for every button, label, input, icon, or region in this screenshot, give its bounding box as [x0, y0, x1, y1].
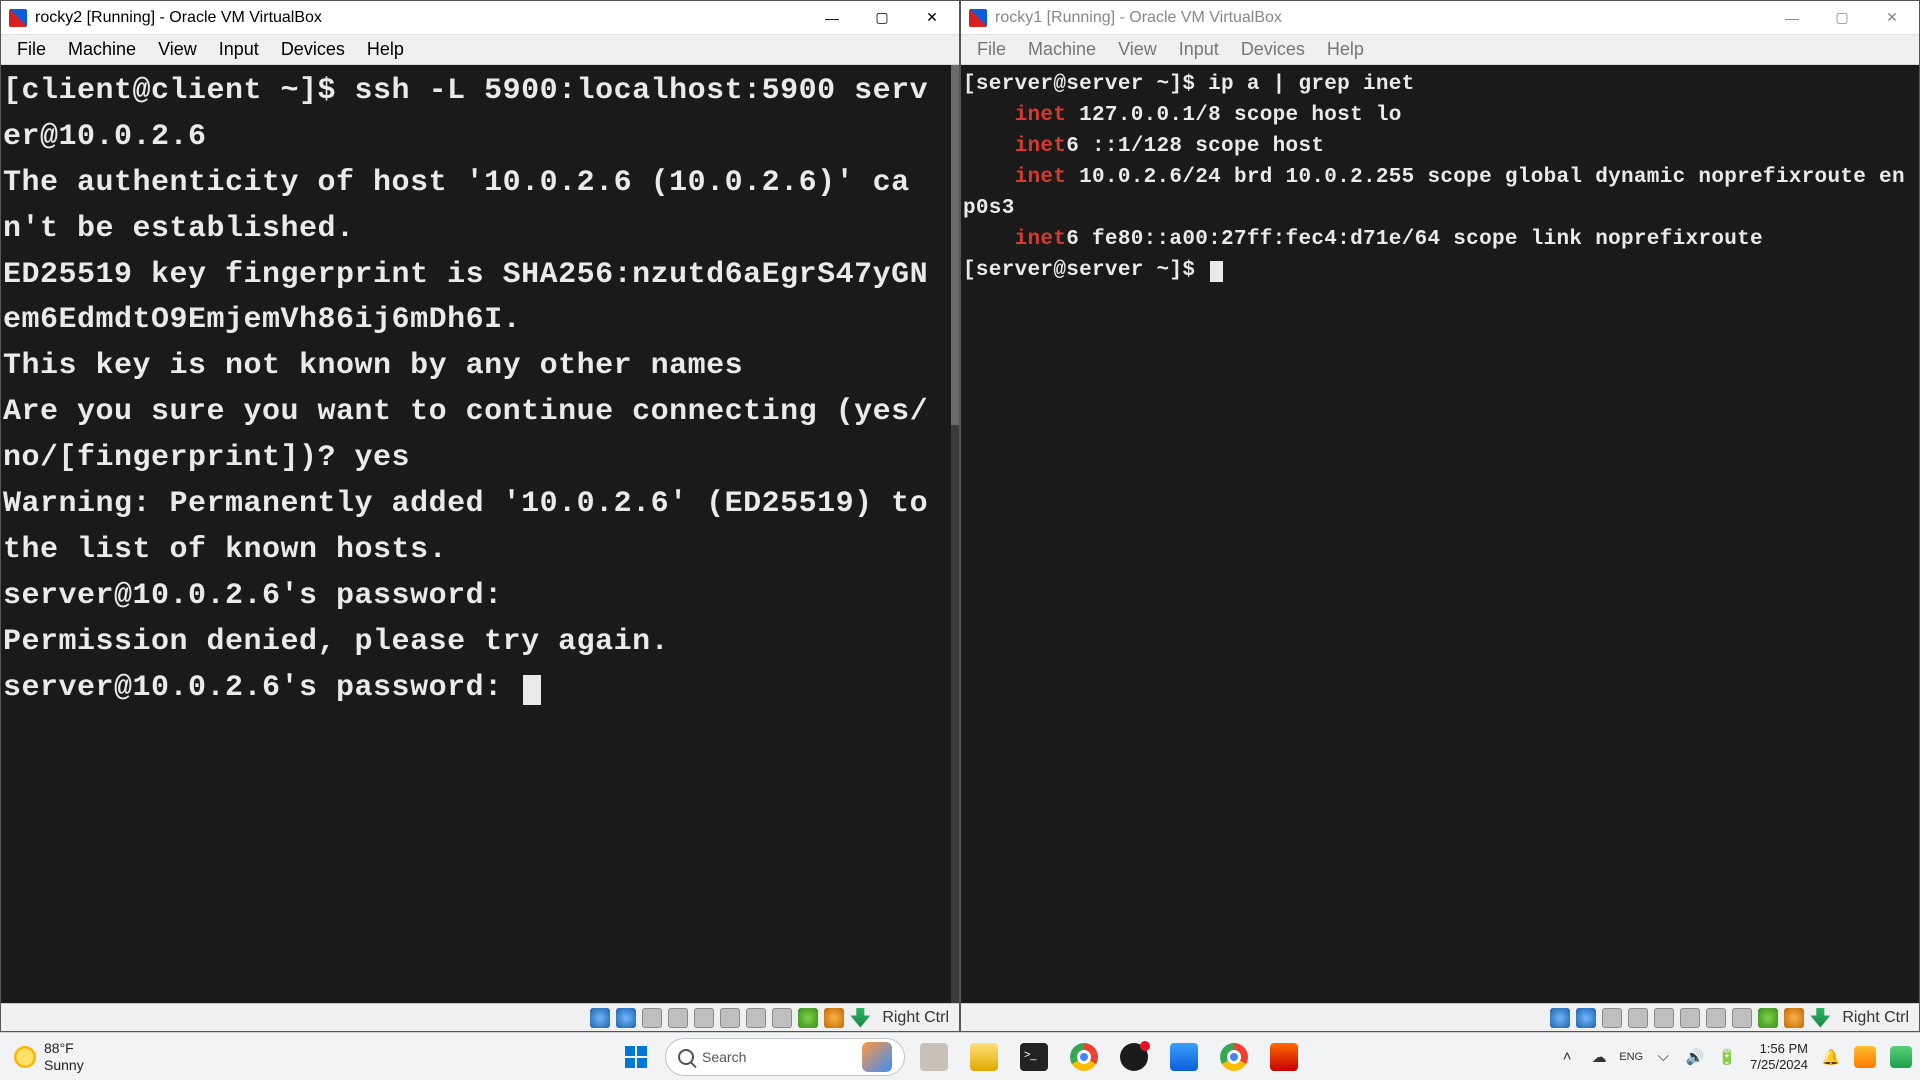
wifi-icon[interactable]: ⌵	[1654, 1048, 1672, 1066]
menu-file[interactable]: File	[967, 37, 1016, 62]
search-icon	[678, 1049, 694, 1065]
hostkey-label: Right Ctrl	[1842, 1009, 1909, 1027]
menubar-rocky2: FileMachineViewInputDevicesHelp	[1, 35, 959, 65]
maximize-button[interactable]: ▢	[857, 1, 907, 34]
chrome-button-2[interactable]	[1213, 1036, 1255, 1078]
notifications-icon[interactable]: 🔔	[1822, 1048, 1840, 1066]
hdd-icon[interactable]	[1550, 1008, 1570, 1028]
weather-widget[interactable]: 88°F Sunny	[0, 1040, 150, 1072]
display-icon[interactable]	[746, 1008, 766, 1028]
cpu-icon[interactable]	[1758, 1008, 1778, 1028]
task-view-button[interactable]	[913, 1036, 955, 1078]
mouse-integration-icon[interactable]	[824, 1008, 844, 1028]
menu-view[interactable]: View	[1108, 37, 1167, 62]
tray-accent-2-icon[interactable]	[1890, 1046, 1912, 1068]
network-icon[interactable]	[668, 1008, 688, 1028]
recording-icon[interactable]	[772, 1008, 792, 1028]
menu-input[interactable]: Input	[209, 37, 269, 62]
shared-folders-icon[interactable]	[1680, 1008, 1700, 1028]
usb-icon[interactable]	[1654, 1008, 1674, 1028]
clock-date: 7/25/2024	[1750, 1057, 1808, 1073]
taskview-icon	[920, 1043, 948, 1071]
image-app-icon	[1270, 1043, 1298, 1071]
tray-accent-1-icon[interactable]	[1854, 1046, 1876, 1068]
menu-input[interactable]: Input	[1169, 37, 1229, 62]
folder-icon	[970, 1043, 998, 1071]
start-button[interactable]	[615, 1036, 657, 1078]
terminal-button[interactable]	[1013, 1036, 1055, 1078]
hdd-icon[interactable]	[590, 1008, 610, 1028]
weather-temp: 88°F	[44, 1040, 84, 1056]
virtualbox-icon	[9, 9, 27, 27]
vbox-statusbar-rocky2: Right Ctrl	[1, 1003, 959, 1031]
audio-icon[interactable]	[1602, 1008, 1622, 1028]
menu-help[interactable]: Help	[357, 37, 414, 62]
menu-view[interactable]: View	[148, 37, 207, 62]
vbox-window-rocky1: rocky1 [Running] - Oracle VM VirtualBox …	[960, 0, 1920, 1032]
audio-icon[interactable]	[642, 1008, 662, 1028]
clock-time: 1:56 PM	[1750, 1041, 1808, 1057]
close-button[interactable]: ✕	[1867, 1, 1917, 34]
onedrive-icon[interactable]: ☁	[1590, 1048, 1608, 1066]
volume-icon[interactable]: 🔊	[1686, 1048, 1704, 1066]
chrome-button[interactable]	[1063, 1036, 1105, 1078]
chrome-icon	[1220, 1043, 1248, 1071]
tray-overflow-icon[interactable]: ˄	[1558, 1048, 1576, 1066]
menubar-rocky1: FileMachineViewInputDevicesHelp	[961, 35, 1919, 65]
recording-icon[interactable]	[1732, 1008, 1752, 1028]
scrollbar[interactable]	[951, 65, 959, 1003]
minimize-button[interactable]: —	[807, 1, 857, 34]
optical-icon[interactable]	[616, 1008, 636, 1028]
file-explorer-button[interactable]	[963, 1036, 1005, 1078]
usb-icon[interactable]	[694, 1008, 714, 1028]
hostkey-indicator-icon[interactable]	[1810, 1008, 1830, 1028]
titlebar-rocky1[interactable]: rocky1 [Running] - Oracle VM VirtualBox …	[961, 1, 1919, 35]
battery-icon[interactable]: 🔋	[1718, 1048, 1736, 1066]
close-button[interactable]: ✕	[907, 1, 957, 34]
window-title: rocky1 [Running] - Oracle VM VirtualBox	[995, 9, 1767, 27]
menu-devices[interactable]: Devices	[271, 37, 355, 62]
virtualbox-button[interactable]	[1163, 1036, 1205, 1078]
search-highlight-icon	[862, 1042, 892, 1072]
display-icon[interactable]	[1706, 1008, 1726, 1028]
vbox-window-rocky2: rocky2 [Running] - Oracle VM VirtualBox …	[0, 0, 960, 1032]
menu-machine[interactable]: Machine	[1018, 37, 1106, 62]
terminal-rocky2[interactable]: [client@client ~]$ ssh -L 5900:localhost…	[1, 65, 951, 1003]
network-icon[interactable]	[1628, 1008, 1648, 1028]
menu-file[interactable]: File	[7, 37, 56, 62]
cursor-icon	[523, 675, 541, 705]
optical-icon[interactable]	[1576, 1008, 1596, 1028]
sun-icon	[14, 1046, 36, 1068]
image-app-button[interactable]	[1263, 1036, 1305, 1078]
cpu-icon[interactable]	[798, 1008, 818, 1028]
menu-machine[interactable]: Machine	[58, 37, 146, 62]
terminal-rocky1[interactable]: [server@server ~]$ ip a | grep inet inet…	[961, 65, 1919, 1003]
menu-help[interactable]: Help	[1317, 37, 1374, 62]
taskbar-search[interactable]: Search	[665, 1038, 905, 1076]
chrome-icon	[1070, 1043, 1098, 1071]
minimize-button[interactable]: —	[1767, 1, 1817, 34]
language-icon[interactable]: ENG	[1622, 1048, 1640, 1066]
obs-icon	[1120, 1043, 1148, 1071]
weather-desc: Sunny	[44, 1057, 84, 1073]
window-title: rocky2 [Running] - Oracle VM VirtualBox	[35, 9, 807, 27]
windows-taskbar: 88°F Sunny Search ˄ ☁ ENG ⌵ 🔊	[0, 1032, 1920, 1080]
cursor-icon	[1210, 261, 1223, 282]
windows-logo-icon	[625, 1046, 647, 1068]
hostkey-indicator-icon[interactable]	[850, 1008, 870, 1028]
hostkey-label: Right Ctrl	[882, 1009, 949, 1027]
obs-button[interactable]	[1113, 1036, 1155, 1078]
taskbar-clock[interactable]: 1:56 PM 7/25/2024	[1750, 1041, 1808, 1072]
shared-folders-icon[interactable]	[720, 1008, 740, 1028]
search-placeholder: Search	[702, 1049, 746, 1065]
menu-devices[interactable]: Devices	[1231, 37, 1315, 62]
vbox-statusbar-rocky1: Right Ctrl	[961, 1003, 1919, 1031]
maximize-button[interactable]: ▢	[1817, 1, 1867, 34]
virtualbox-icon	[969, 9, 987, 27]
virtualbox-icon	[1170, 1043, 1198, 1071]
terminal-icon	[1020, 1043, 1048, 1071]
titlebar-rocky2[interactable]: rocky2 [Running] - Oracle VM VirtualBox …	[1, 1, 959, 35]
mouse-integration-icon[interactable]	[1784, 1008, 1804, 1028]
